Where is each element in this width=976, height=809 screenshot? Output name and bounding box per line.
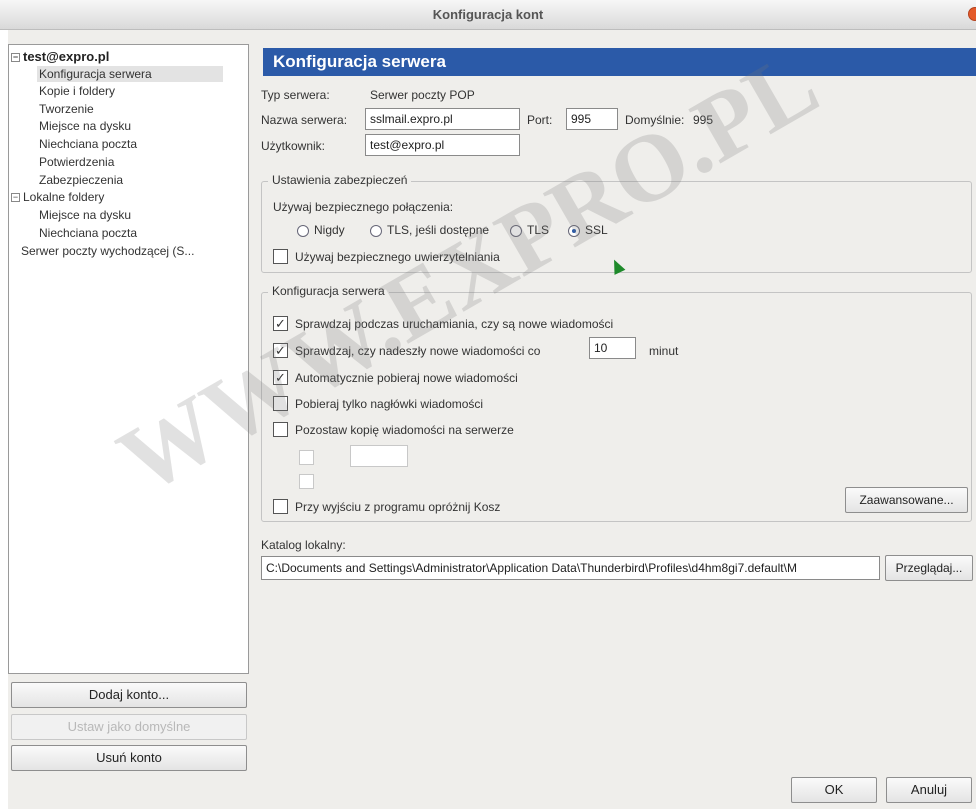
- secure-auth-label[interactable]: Używaj bezpiecznego uwierzytelniania: [295, 250, 500, 264]
- tree-item-disk-space[interactable]: Miejsce na dysku: [39, 118, 131, 134]
- collapse-icon[interactable]: −: [11, 193, 20, 202]
- radio-tls-if-available-label[interactable]: TLS, jeśli dostępne: [387, 223, 489, 237]
- tree-item-account[interactable]: − test@expro.pl: [11, 49, 109, 65]
- collapse-icon[interactable]: −: [11, 53, 20, 62]
- tree-item-local-disk-space[interactable]: Miejsce na dysku: [39, 207, 131, 223]
- tree-item-junk[interactable]: Niechciana poczta: [39, 136, 137, 152]
- server-name-input[interactable]: sslmail.expro.pl: [365, 108, 520, 130]
- auto-download-label[interactable]: Automatycznie pobieraj nowe wiadomości: [295, 371, 518, 385]
- server-type-label: Typ serwera:: [261, 88, 330, 102]
- advanced-button[interactable]: Zaawansowane...: [845, 487, 968, 513]
- dialog-body: − test@expro.pl Konfiguracja serwera Kopi…: [8, 30, 976, 809]
- user-input[interactable]: test@expro.pl: [365, 134, 520, 156]
- tree-item-security[interactable]: Zabezpieczenia: [39, 172, 123, 188]
- set-default-button: Ustaw jako domyślne: [11, 714, 247, 740]
- port-label: Port:: [527, 113, 553, 127]
- user-label: Użytkownik:: [261, 139, 326, 153]
- tree-item-receipts[interactable]: Potwierdzenia: [39, 154, 114, 170]
- default-port-value: 995: [693, 113, 714, 127]
- tree-item-composition[interactable]: Tworzenie: [39, 101, 94, 117]
- tree-item-account-label: test@expro.pl: [23, 49, 110, 64]
- server-config-group: Konfiguracja serwera ✓ Sprawdzaj podczas…: [261, 284, 972, 522]
- check-startup-checkbox[interactable]: ✓: [273, 316, 288, 331]
- radio-ssl-label[interactable]: SSL: [585, 223, 608, 237]
- leave-copy-checkbox[interactable]: [273, 422, 288, 437]
- tree-item-local-junk[interactable]: Niechciana poczta: [39, 225, 137, 241]
- headers-only-checkbox[interactable]: [273, 396, 288, 411]
- remove-account-button[interactable]: Usuń konto: [11, 745, 247, 771]
- add-account-button[interactable]: Dodaj konto...: [11, 682, 247, 708]
- minutes-label: minut: [649, 344, 679, 358]
- local-dir-input[interactable]: C:\Documents and Settings\Administrator\…: [261, 556, 880, 580]
- ok-button[interactable]: OK: [791, 777, 877, 803]
- browse-button[interactable]: Przeglądaj...: [885, 555, 973, 581]
- account-tree: − test@expro.pl Konfiguracja serwera Kopi…: [8, 44, 249, 674]
- tree-item-local-folders[interactable]: − Lokalne foldery: [11, 189, 104, 205]
- radio-never[interactable]: [297, 225, 309, 237]
- radio-tls[interactable]: [510, 225, 522, 237]
- empty-trash-label[interactable]: Przy wyjściu z programu opróżnij Kosz: [295, 500, 500, 514]
- title-bar: Konfiguracja kont: [0, 0, 976, 30]
- tree-item-outgoing-server[interactable]: Serwer poczty wychodzącej (S...: [21, 243, 194, 259]
- delete-on-server-checkbox: [299, 474, 314, 489]
- check-every-checkbox[interactable]: ✓: [273, 343, 288, 358]
- tree-item-copies-folders[interactable]: Kopie i foldery: [39, 83, 115, 99]
- server-config-group-title: Konfiguracja serwera: [268, 284, 389, 298]
- headers-only-label[interactable]: Pobieraj tylko nagłówki wiadomości: [295, 397, 483, 411]
- security-group-title: Ustawienia zabezpieczeń: [268, 173, 412, 187]
- cancel-button[interactable]: Anuluj: [886, 777, 972, 803]
- default-port-label: Domyślnie:: [625, 113, 685, 127]
- radio-tls-if-available[interactable]: [370, 225, 382, 237]
- check-startup-label[interactable]: Sprawdzaj podczas uruchamiania, czy są n…: [295, 317, 613, 331]
- server-type-value: Serwer poczty POP: [370, 88, 475, 102]
- use-secure-label: Używaj bezpiecznego połączenia:: [273, 200, 454, 214]
- empty-trash-checkbox[interactable]: [273, 499, 288, 514]
- window-title: Konfiguracja kont: [432, 7, 544, 22]
- auto-download-checkbox[interactable]: ✓: [273, 370, 288, 385]
- leave-copy-label[interactable]: Pozostaw kopię wiadomości na serwerze: [295, 423, 514, 437]
- check-every-label[interactable]: Sprawdzaj, czy nadeszły nowe wiadomości …: [295, 344, 540, 358]
- leave-for-input: [350, 445, 408, 467]
- port-input[interactable]: 995: [566, 108, 618, 130]
- close-icon[interactable]: [968, 7, 976, 21]
- radio-tls-label[interactable]: TLS: [527, 223, 549, 237]
- tree-item-local-label: Lokalne foldery: [23, 190, 105, 204]
- server-name-label: Nazwa serwera:: [261, 113, 348, 127]
- page-title: Konfiguracja serwera: [263, 48, 976, 76]
- leave-for-checkbox: [299, 450, 314, 465]
- secure-auth-checkbox[interactable]: [273, 249, 288, 264]
- radio-ssl[interactable]: [568, 225, 580, 237]
- radio-never-label[interactable]: Nigdy: [314, 223, 345, 237]
- check-every-input[interactable]: 10: [589, 337, 636, 359]
- tree-item-server-config[interactable]: Konfiguracja serwera: [37, 66, 223, 82]
- local-dir-label: Katalog lokalny:: [261, 538, 346, 552]
